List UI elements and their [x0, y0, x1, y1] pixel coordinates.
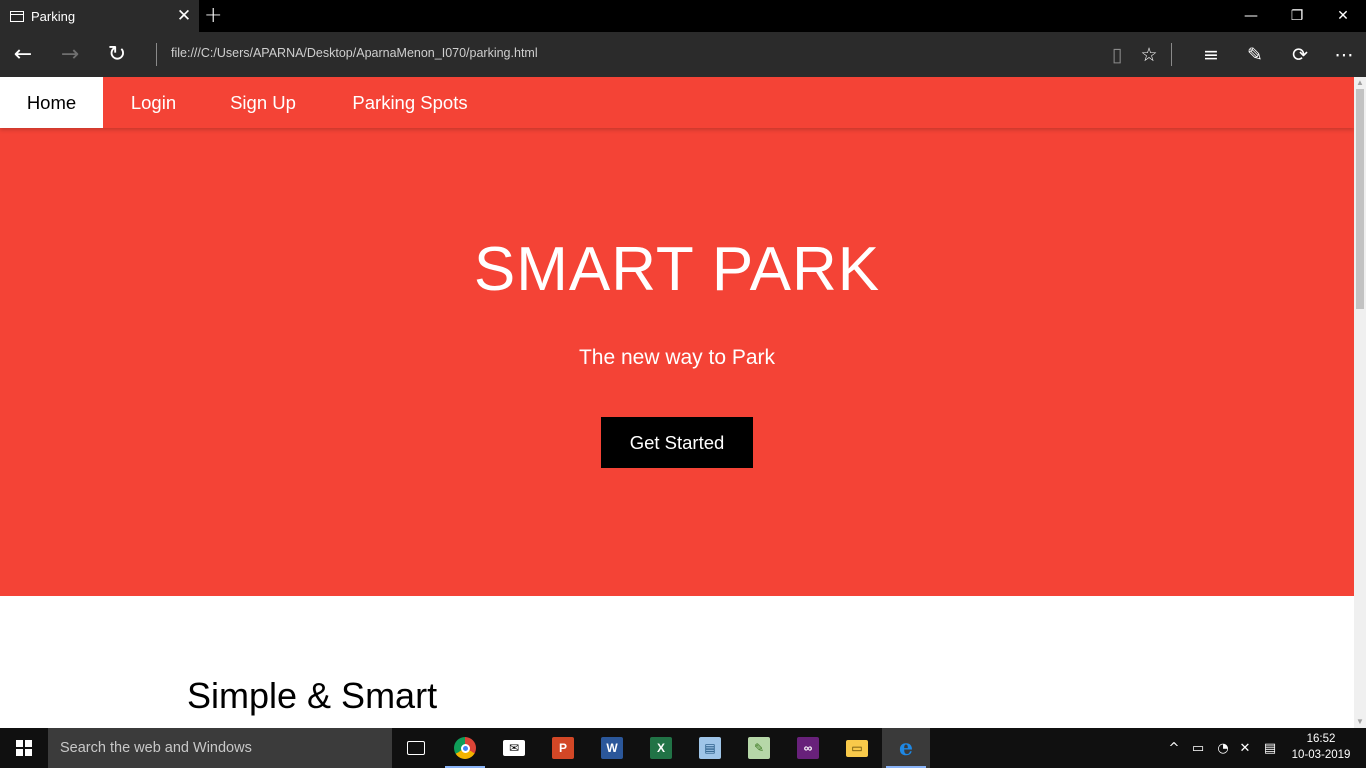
start-button[interactable] — [0, 728, 48, 768]
get-started-button[interactable]: Get Started — [601, 417, 753, 468]
browser-tab-parking[interactable]: Parking ✕ — [0, 0, 199, 32]
address-divider — [156, 43, 157, 66]
web-note-icon[interactable]: ✎ — [1235, 32, 1275, 77]
mail-icon[interactable]: ✉ — [490, 728, 538, 768]
back-icon[interactable]: ← — [0, 32, 46, 77]
new-tab-icon[interactable]: + — [204, 3, 222, 28]
nav-home[interactable]: Home — [0, 77, 103, 128]
minimize-icon[interactable]: — — [1228, 0, 1274, 32]
forward-icon[interactable]: → — [47, 32, 93, 77]
wifi-icon[interactable]: ◔ — [1211, 728, 1235, 768]
section-title: Simple & Smart — [187, 675, 438, 716]
toolbar-divider — [1171, 43, 1172, 66]
scroll-up-icon[interactable]: ▲ — [1354, 77, 1366, 89]
browser-titlebar: Parking ✕ + — ❐ ✕ — [0, 0, 1366, 32]
system-clock[interactable]: 16:52 10-03-2019 — [1284, 731, 1358, 763]
show-hidden-icons-icon[interactable]: ^ — [1164, 728, 1184, 768]
windows-logo-icon — [16, 740, 32, 756]
notepad-plus-icon[interactable]: ✎ — [735, 728, 783, 768]
hero-section: SMART PARK The new way to Park Get Start… — [0, 128, 1354, 596]
word-icon[interactable]: W — [588, 728, 636, 768]
share-icon[interactable]: ⟳ — [1280, 32, 1320, 77]
nav-sign-up[interactable]: Sign Up — [204, 77, 322, 128]
scroll-thumb[interactable] — [1356, 89, 1364, 309]
clock-date: 10-03-2019 — [1291, 749, 1351, 761]
nav-login[interactable]: Login — [105, 77, 202, 128]
hub-icon[interactable]: ≡ — [1191, 32, 1231, 77]
scroll-down-icon[interactable]: ▼ — [1354, 716, 1366, 728]
close-tab-icon[interactable]: ✕ — [169, 6, 199, 26]
tab-title: Parking — [31, 8, 76, 24]
restore-icon[interactable]: ❐ — [1274, 0, 1320, 32]
favorite-star-icon[interactable]: ☆ — [1129, 32, 1169, 77]
notepad-icon[interactable]: ▤ — [686, 728, 734, 768]
task-view-icon[interactable] — [392, 728, 440, 768]
hero-subtitle: The new way to Park — [578, 346, 776, 369]
page-viewport: Home Login Sign Up Parking Spots SMART P… — [0, 77, 1354, 728]
chrome-icon[interactable] — [441, 728, 489, 768]
excel-icon[interactable]: X — [637, 728, 685, 768]
close-window-icon[interactable]: ✕ — [1320, 0, 1366, 32]
address-bar[interactable]: file:///C:/Users/APARNA/Desktop/AparnaMe… — [171, 46, 538, 60]
notifications-icon[interactable]: ▤ — [1258, 728, 1282, 768]
battery-icon[interactable]: ▭ — [1186, 728, 1210, 768]
file-explorer-icon[interactable]: ▭ — [833, 728, 881, 768]
nav-parking-spots[interactable]: Parking Spots — [324, 77, 496, 128]
clock-time: 16:52 — [1306, 733, 1336, 745]
site-navbar: Home Login Sign Up Parking Spots — [0, 77, 1354, 128]
taskbar: Search the web and Windows ✉ P W X ▤ ✎ ∞… — [0, 728, 1366, 768]
more-icon[interactable]: ⋯ — [1324, 32, 1364, 77]
browser-toolbar: ← → ↻ file:///C:/Users/APARNA/Desktop/Ap… — [0, 32, 1366, 77]
edge-icon[interactable]: e — [882, 728, 930, 768]
visual-studio-icon[interactable]: ∞ — [784, 728, 832, 768]
volume-muted-icon[interactable]: ✕ — [1235, 728, 1255, 768]
powerpoint-icon[interactable]: P — [539, 728, 587, 768]
taskbar-search[interactable]: Search the web and Windows — [48, 728, 392, 768]
page-scrollbar[interactable]: ▲ ▼ — [1354, 77, 1366, 728]
refresh-icon[interactable]: ↻ — [94, 32, 140, 77]
hero-title: SMART PARK — [473, 235, 881, 304]
tab-page-icon — [10, 10, 24, 22]
